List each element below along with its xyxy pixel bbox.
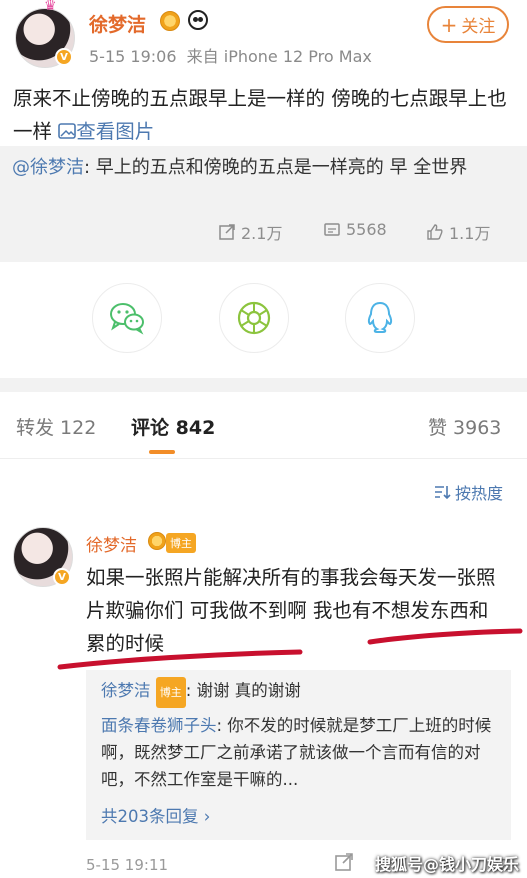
reply-item[interactable]: 徐梦洁 博主: 谢谢 真的谢谢 [101, 677, 501, 708]
tab-comments[interactable]: 评论 842 [131, 413, 215, 440]
reply-item[interactable]: 面条春卷狮子头: 你不发的时候就是梦工厂上班的时候啊，既然梦工厂之前承诺了就该做… [101, 712, 496, 793]
repost-mention[interactable]: @徐梦洁 [12, 157, 84, 178]
view-image-link[interactable]: 查看图片 [58, 120, 154, 143]
commenter-name[interactable]: 徐梦洁 [86, 531, 137, 556]
share-qq-button[interactable] [345, 283, 415, 353]
gold-medal-icon [160, 11, 180, 31]
repost-icon [219, 224, 235, 240]
replies-box[interactable]: 徐梦洁 博主: 谢谢 真的谢谢 面条春卷狮子头: 你不发的时候就是梦工厂上班的时… [86, 670, 511, 840]
verified-icon: V [53, 568, 71, 586]
active-tab-indicator [149, 450, 175, 454]
tab-reposts[interactable]: 转发 122 [16, 413, 96, 440]
author-name[interactable]: 徐梦洁 [89, 10, 146, 37]
moments-icon [237, 301, 271, 335]
comment-count[interactable]: 5568 [323, 220, 387, 239]
qq-icon [367, 301, 393, 333]
reply-author[interactable]: 徐梦洁 [101, 681, 151, 700]
sort-icon [435, 486, 451, 500]
repost-count[interactable]: 2.1万 [218, 220, 282, 244]
reply-author[interactable]: 面条春卷狮子头 [101, 716, 217, 735]
follow-label: 关注 [461, 17, 496, 37]
crown-icon: ♛ [44, 0, 57, 14]
tabs-divider [0, 458, 527, 459]
like-count[interactable]: 1.1万 [426, 220, 490, 244]
repost-text: : 早上的五点和傍晚的五点是一样亮的 早 全世界 [84, 157, 468, 178]
wechat-icon [110, 303, 144, 335]
host-tag: 博主 [166, 533, 196, 553]
plus-icon: + [440, 12, 458, 37]
share-wechat-button[interactable] [92, 283, 162, 353]
watermark: 搜狐号@钱小刀娱乐 [375, 855, 520, 874]
post-text-block: 原来不止傍晚的五点跟早上是一样的 傍晚的七点跟早上也一样 查看图片 [13, 82, 513, 148]
share-icon[interactable] [334, 852, 354, 876]
share-moments-button[interactable] [219, 283, 289, 353]
gold-medal-icon [148, 532, 166, 550]
host-tag: 博主 [155, 677, 186, 708]
section-separator [0, 378, 527, 392]
chevron-right-icon: › [203, 807, 211, 826]
repost-box[interactable]: @徐梦洁: 早上的五点和傍晚的五点是一样亮的 早 全世界 2.1万 5568 1… [0, 146, 527, 262]
post-meta: 5-15 19:06 来自 iPhone 12 Pro Max [89, 47, 372, 66]
image-icon [58, 123, 77, 139]
panda-icon [188, 10, 208, 30]
sort-by-hot-button[interactable]: 按热度 [433, 480, 503, 504]
comment-time: 5-15 19:11 [86, 856, 169, 874]
reply-text: : 谢谢 真的谢谢 [185, 681, 301, 700]
comment-icon [324, 222, 340, 236]
tab-likes[interactable]: 赞 3963 [428, 413, 501, 440]
repost-content: @徐梦洁: 早上的五点和傍晚的五点是一样亮的 早 全世界 [12, 154, 512, 182]
verified-icon: V [55, 48, 73, 66]
like-icon [427, 224, 443, 240]
follow-button[interactable]: + 关注 [427, 6, 509, 43]
more-replies-link[interactable]: 共203条回复 › [101, 803, 210, 827]
